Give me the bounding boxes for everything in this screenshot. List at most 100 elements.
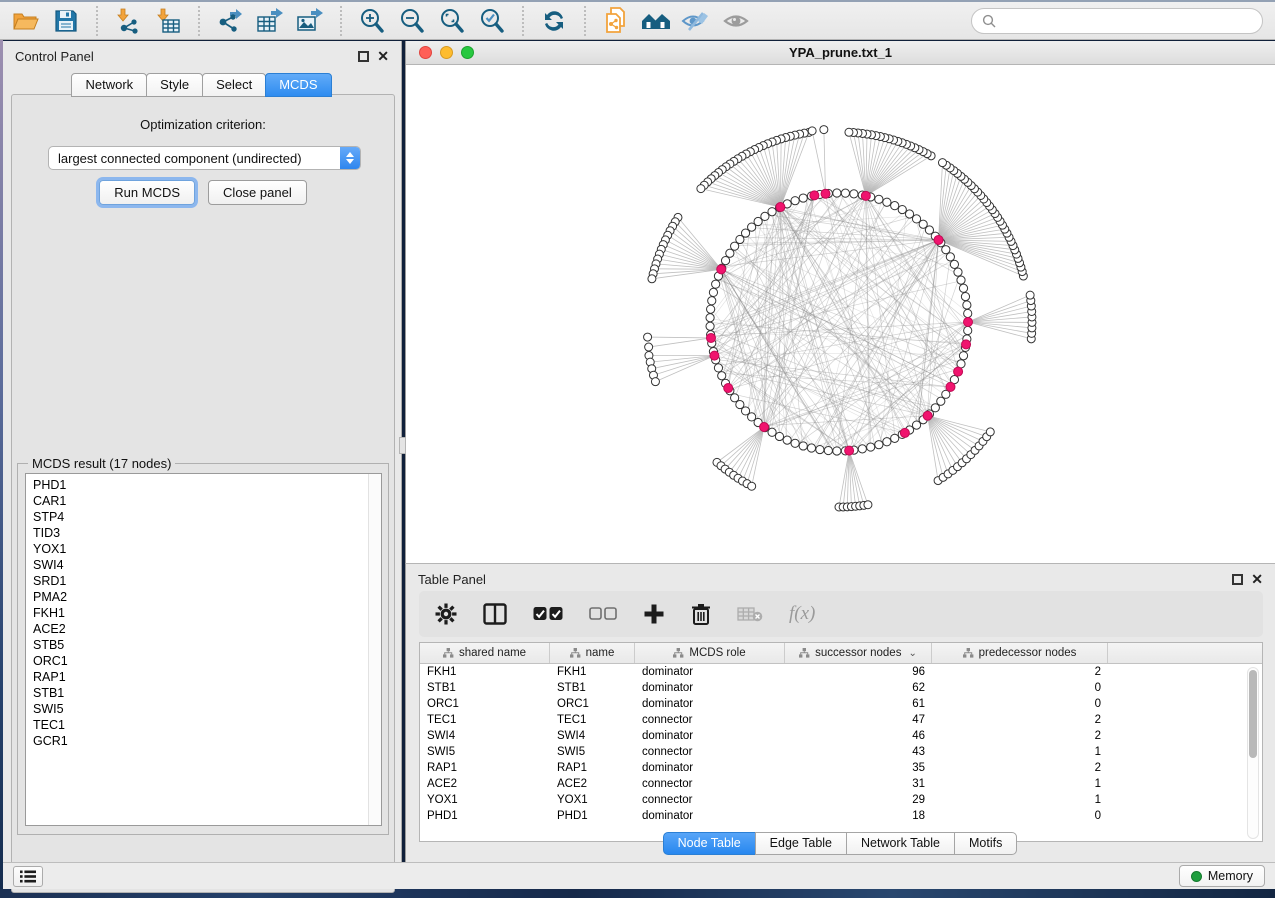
dominator-node[interactable]	[900, 428, 909, 437]
export-table-icon[interactable]	[250, 4, 290, 38]
dominator-node[interactable]	[964, 318, 973, 327]
import-table-icon[interactable]	[148, 4, 188, 38]
task-history-button[interactable]	[13, 866, 43, 887]
table-row[interactable]: RAP1RAP1dominator352	[420, 760, 1262, 776]
mcds-result-item[interactable]: FKH1	[33, 605, 381, 621]
dominator-node[interactable]	[923, 411, 932, 420]
float-panel-icon[interactable]	[358, 51, 369, 62]
dominator-node[interactable]	[706, 333, 715, 342]
dominator-node[interactable]	[861, 191, 870, 200]
column-header-name[interactable]: name	[550, 643, 635, 663]
open-file-icon[interactable]	[6, 4, 46, 38]
column-layout-icon[interactable]	[483, 603, 507, 625]
dominator-node[interactable]	[717, 265, 726, 274]
table-row[interactable]: FKH1FKH1dominator962	[420, 664, 1262, 680]
mcds-result-item[interactable]: YOX1	[33, 541, 381, 557]
mcds-result-list[interactable]: PHD1CAR1STP4TID3YOX1SWI4SRD1PMA2FKH1ACE2…	[25, 473, 382, 826]
optimization-criterion-select[interactable]: largest connected component (undirected)	[48, 146, 361, 170]
node-table[interactable]: shared namenameMCDS rolesuccessor nodes⌄…	[419, 642, 1263, 842]
mcds-result-item[interactable]: SWI5	[33, 701, 381, 717]
tab-network-table[interactable]: Network Table	[846, 832, 955, 855]
close-panel-icon[interactable]: ✕	[1251, 574, 1263, 585]
network-canvas[interactable]	[406, 65, 1275, 563]
dominator-node[interactable]	[760, 423, 769, 432]
table-row[interactable]: PHD1PHD1dominator180	[420, 808, 1262, 824]
mcds-result-item[interactable]: SWI4	[33, 557, 381, 573]
import-network-icon[interactable]	[108, 4, 148, 38]
zoom-selected-icon[interactable]	[472, 4, 512, 38]
first-neighbors-icon[interactable]	[636, 4, 676, 38]
table-row[interactable]: TEC1TEC1connector472	[420, 712, 1262, 728]
run-mcds-button[interactable]: Run MCDS	[99, 180, 195, 205]
close-panel-icon[interactable]: ✕	[377, 51, 389, 62]
mcds-result-item[interactable]: ORC1	[33, 653, 381, 669]
window-close-icon[interactable]	[419, 46, 432, 59]
mcds-result-item[interactable]: STB5	[33, 637, 381, 653]
table-settings-icon[interactable]	[435, 603, 457, 625]
mcds-result-item[interactable]: CAR1	[33, 493, 381, 509]
delete-column-icon[interactable]	[691, 603, 711, 626]
apply-layout-icon[interactable]	[534, 4, 574, 38]
tab-select[interactable]: Select	[202, 73, 266, 97]
table-vertical-scrollbar[interactable]	[1247, 667, 1259, 839]
mcds-result-item[interactable]: TID3	[33, 525, 381, 541]
dominator-node[interactable]	[710, 351, 719, 360]
network-view-titlebar[interactable]: YPA_prune.txt_1	[406, 41, 1275, 65]
mcds-result-item[interactable]: PHD1	[33, 477, 381, 493]
dominator-node[interactable]	[962, 340, 971, 349]
save-session-icon[interactable]	[46, 4, 86, 38]
mcds-result-item[interactable]: ACE2	[33, 621, 381, 637]
hide-selected-icon[interactable]	[676, 4, 716, 38]
table-scrollbar-thumb[interactable]	[1249, 670, 1257, 758]
tab-edge-table[interactable]: Edge Table	[755, 832, 847, 855]
mcds-result-item[interactable]: STB1	[33, 685, 381, 701]
column-header-successor-nodes[interactable]: successor nodes⌄	[785, 643, 932, 663]
dominator-node[interactable]	[810, 191, 819, 200]
window-maximize-icon[interactable]	[461, 46, 474, 59]
table-row[interactable]: YOX1YOX1connector291	[420, 792, 1262, 808]
dominator-node[interactable]	[934, 235, 943, 244]
tab-node-table[interactable]: Node Table	[663, 832, 756, 855]
dominator-node[interactable]	[776, 203, 785, 212]
show-all-icon[interactable]	[716, 4, 756, 38]
dominator-node[interactable]	[845, 446, 854, 455]
dominator-node[interactable]	[954, 367, 963, 376]
tab-motifs[interactable]: Motifs	[954, 832, 1017, 855]
table-row[interactable]: SWI5SWI5connector431	[420, 744, 1262, 760]
mcds-result-item[interactable]: TEC1	[33, 717, 381, 733]
add-column-icon[interactable]	[643, 603, 665, 625]
table-row[interactable]: SWI4SWI4dominator462	[420, 728, 1262, 744]
close-panel-button[interactable]: Close panel	[208, 180, 307, 205]
mcds-result-item[interactable]: STP4	[33, 509, 381, 525]
mcds-result-item[interactable]: GCR1	[33, 733, 381, 749]
window-minimize-icon[interactable]	[440, 46, 453, 59]
export-network-icon[interactable]	[210, 4, 250, 38]
search-input[interactable]	[1002, 13, 1252, 28]
tab-mcds[interactable]: MCDS	[265, 73, 331, 97]
panel-divider-handle[interactable]	[399, 437, 406, 454]
unselect-all-icon[interactable]	[589, 607, 617, 621]
table-row[interactable]: ACE2ACE2connector311	[420, 776, 1262, 792]
tab-style[interactable]: Style	[146, 73, 203, 97]
dominator-node[interactable]	[821, 189, 830, 198]
table-row[interactable]: ORC1ORC1dominator610	[420, 696, 1262, 712]
float-panel-icon[interactable]	[1232, 574, 1243, 585]
mcds-result-item[interactable]: RAP1	[33, 669, 381, 685]
tab-network[interactable]: Network	[71, 73, 147, 97]
memory-button[interactable]: Memory	[1179, 865, 1265, 887]
column-header-shared-name[interactable]: shared name	[420, 643, 550, 663]
mcds-result-item[interactable]: SRD1	[33, 573, 381, 589]
zoom-fit-icon[interactable]	[432, 4, 472, 38]
mcds-list-scrollbar[interactable]	[368, 474, 381, 825]
dominator-node[interactable]	[946, 382, 955, 391]
table-row[interactable]: STB1STB1dominator620	[420, 680, 1262, 696]
column-header-MCDS-role[interactable]: MCDS role	[635, 643, 785, 663]
zoom-in-icon[interactable]	[352, 4, 392, 38]
clone-network-icon[interactable]	[596, 4, 636, 38]
export-image-icon[interactable]	[290, 4, 330, 38]
select-all-icon[interactable]	[533, 606, 563, 622]
zoom-out-icon[interactable]	[392, 4, 432, 38]
search-field[interactable]	[971, 8, 1263, 34]
column-header-predecessor-nodes[interactable]: predecessor nodes	[932, 643, 1108, 663]
mcds-result-item[interactable]: PMA2	[33, 589, 381, 605]
